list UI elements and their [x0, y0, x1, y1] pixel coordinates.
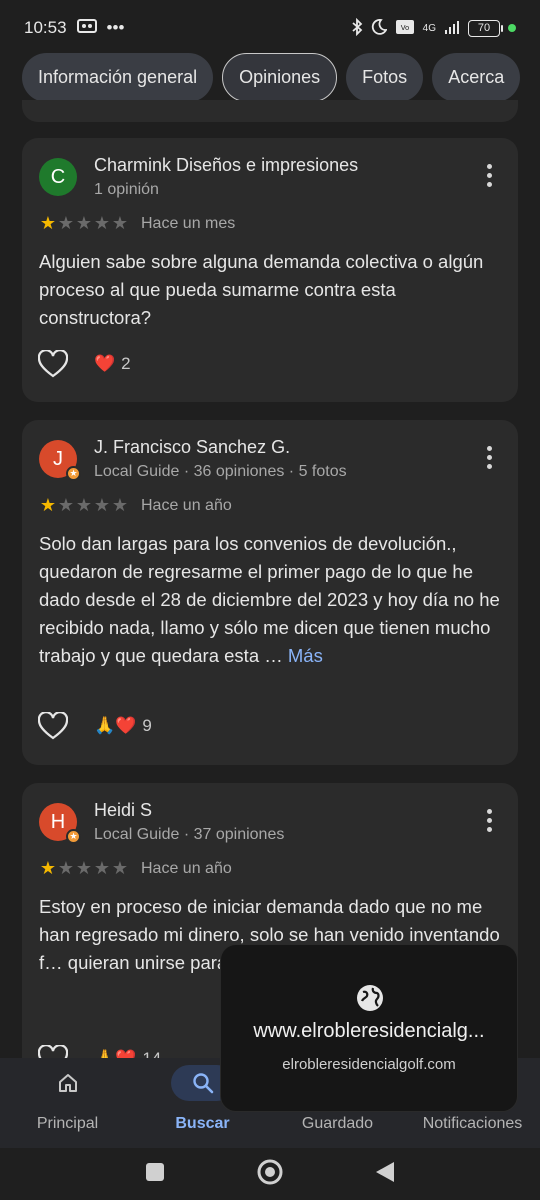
more-options-icon[interactable]: [486, 809, 492, 832]
privacy-dot-icon: [508, 24, 516, 32]
status-bar: 10:53 ••• Vo 4G 70: [0, 0, 540, 56]
review-time: Hace un mes: [141, 214, 236, 232]
review-time: Hace un año: [141, 859, 232, 877]
star-empty-icon: ★: [75, 858, 93, 878]
star-empty-icon: ★: [93, 213, 111, 233]
review-card: C Charmink Diseños e impresiones 1 opini…: [22, 138, 518, 402]
tab-opiniones[interactable]: Opiniones: [222, 53, 338, 102]
back-triangle-icon[interactable]: [374, 1160, 396, 1189]
nav-label: Guardado: [301, 1115, 374, 1132]
avatar[interactable]: J ★: [39, 440, 81, 481]
avatar-letter: J: [53, 447, 63, 470]
local-guide-badge-icon: ★: [66, 829, 81, 844]
home-circle-icon[interactable]: [256, 1158, 284, 1191]
review-text-body: Alguien sabe sobre alguna demanda colect…: [39, 251, 484, 328]
review-author[interactable]: J. Francisco Sanchez G.: [94, 437, 290, 458]
review-author-meta: 1 opinión: [94, 181, 159, 198]
review-text-body: Solo dan largas para los convenios de de…: [39, 533, 500, 666]
review-card: J ★ J. Francisco Sanchez G. Local Guide …: [22, 420, 518, 765]
tab-bar: Información general Opiniones Fotos Acer…: [22, 53, 540, 103]
signal-icon: [444, 19, 460, 38]
reaction-emojis[interactable]: 🙏❤️: [94, 716, 136, 736]
reaction-emojis[interactable]: ❤️: [94, 354, 115, 374]
tab-informacion-general[interactable]: Información general: [22, 53, 214, 102]
battery-indicator: 70: [468, 19, 503, 37]
network-type: 4G: [422, 22, 436, 34]
review-rating: ★ ★ ★ ★ ★ Hace un año: [39, 495, 232, 516]
star-filled-icon: ★: [39, 495, 57, 515]
nav-label: Notificaciones: [422, 1115, 523, 1132]
nav-label: Principal: [36, 1115, 99, 1132]
link-preview-domain: elrobleresidencialgolf.com: [282, 1056, 456, 1073]
reaction-count: 2: [121, 354, 131, 373]
status-time: 10:53: [24, 18, 67, 37]
read-more-link[interactable]: Más: [288, 645, 323, 666]
review-rating: ★ ★ ★ ★ ★ Hace un mes: [39, 213, 235, 234]
home-icon: [36, 1065, 100, 1101]
star-empty-icon: ★: [75, 213, 93, 233]
bluetooth-icon: [351, 17, 363, 39]
like-heart-icon[interactable]: [38, 712, 68, 740]
more-notifications-icon: •••: [106, 18, 125, 37]
like-heart-icon[interactable]: [38, 350, 68, 378]
system-navigation-bar: [0, 1148, 540, 1200]
local-guide-badge-icon: ★: [66, 466, 81, 481]
star-empty-icon: ★: [111, 495, 129, 515]
globe-icon: [355, 983, 385, 1018]
moon-icon: [371, 18, 388, 38]
star-filled-icon: ★: [39, 213, 57, 233]
more-options-icon[interactable]: [486, 164, 492, 187]
review-author[interactable]: Charmink Diseños e impresiones: [94, 155, 358, 176]
star-empty-icon: ★: [93, 495, 111, 515]
tab-acerca[interactable]: Acerca: [432, 53, 521, 102]
review-reactions: 🙏❤️ 9: [38, 712, 152, 740]
review-time: Hace un año: [141, 496, 232, 514]
avatar[interactable]: H ★: [39, 803, 81, 844]
star-empty-icon: ★: [57, 858, 75, 878]
star-empty-icon: ★: [111, 213, 129, 233]
status-left: 10:53 •••: [24, 18, 124, 38]
link-preview-title: www.elrobleresidencialg...: [253, 1020, 485, 1042]
cast-icon: [76, 18, 97, 38]
tab-fotos[interactable]: Fotos: [346, 53, 424, 102]
status-right: Vo 4G 70: [351, 17, 516, 39]
review-author-meta: Local Guide · 37 opiniones: [94, 826, 285, 843]
nav-label: Buscar: [175, 1115, 230, 1132]
star-filled-icon: ★: [39, 858, 57, 878]
review-author[interactable]: Heidi S: [94, 800, 152, 821]
star-empty-icon: ★: [93, 858, 111, 878]
review-author-meta: Local Guide · 36 opiniones · 5 fotos: [94, 463, 347, 480]
recents-square-icon[interactable]: [144, 1161, 166, 1188]
nav-principal[interactable]: Principal: [0, 1058, 135, 1148]
star-empty-icon: ★: [57, 213, 75, 233]
more-options-icon[interactable]: [486, 446, 492, 469]
svg-text:Vo: Vo: [400, 24, 409, 32]
review-text: Solo dan largas para los convenios de de…: [39, 530, 500, 670]
avatar-letter: H: [50, 810, 66, 833]
star-empty-icon: ★: [57, 495, 75, 515]
review-rating: ★ ★ ★ ★ ★ Hace un año: [39, 858, 232, 879]
review-text: Alguien sabe sobre alguna demanda colect…: [39, 248, 500, 332]
star-empty-icon: ★: [75, 495, 93, 515]
previous-review-card-edge: [22, 100, 518, 122]
avatar-letter: C: [50, 165, 66, 188]
review-reactions: ❤️ 2: [38, 350, 131, 378]
volte-icon: Vo: [395, 19, 415, 38]
reaction-count: 9: [142, 716, 152, 735]
link-preview-popup[interactable]: www.elrobleresidencialg... elroblereside…: [220, 944, 518, 1112]
star-empty-icon: ★: [111, 858, 129, 878]
avatar[interactable]: C: [39, 158, 77, 196]
